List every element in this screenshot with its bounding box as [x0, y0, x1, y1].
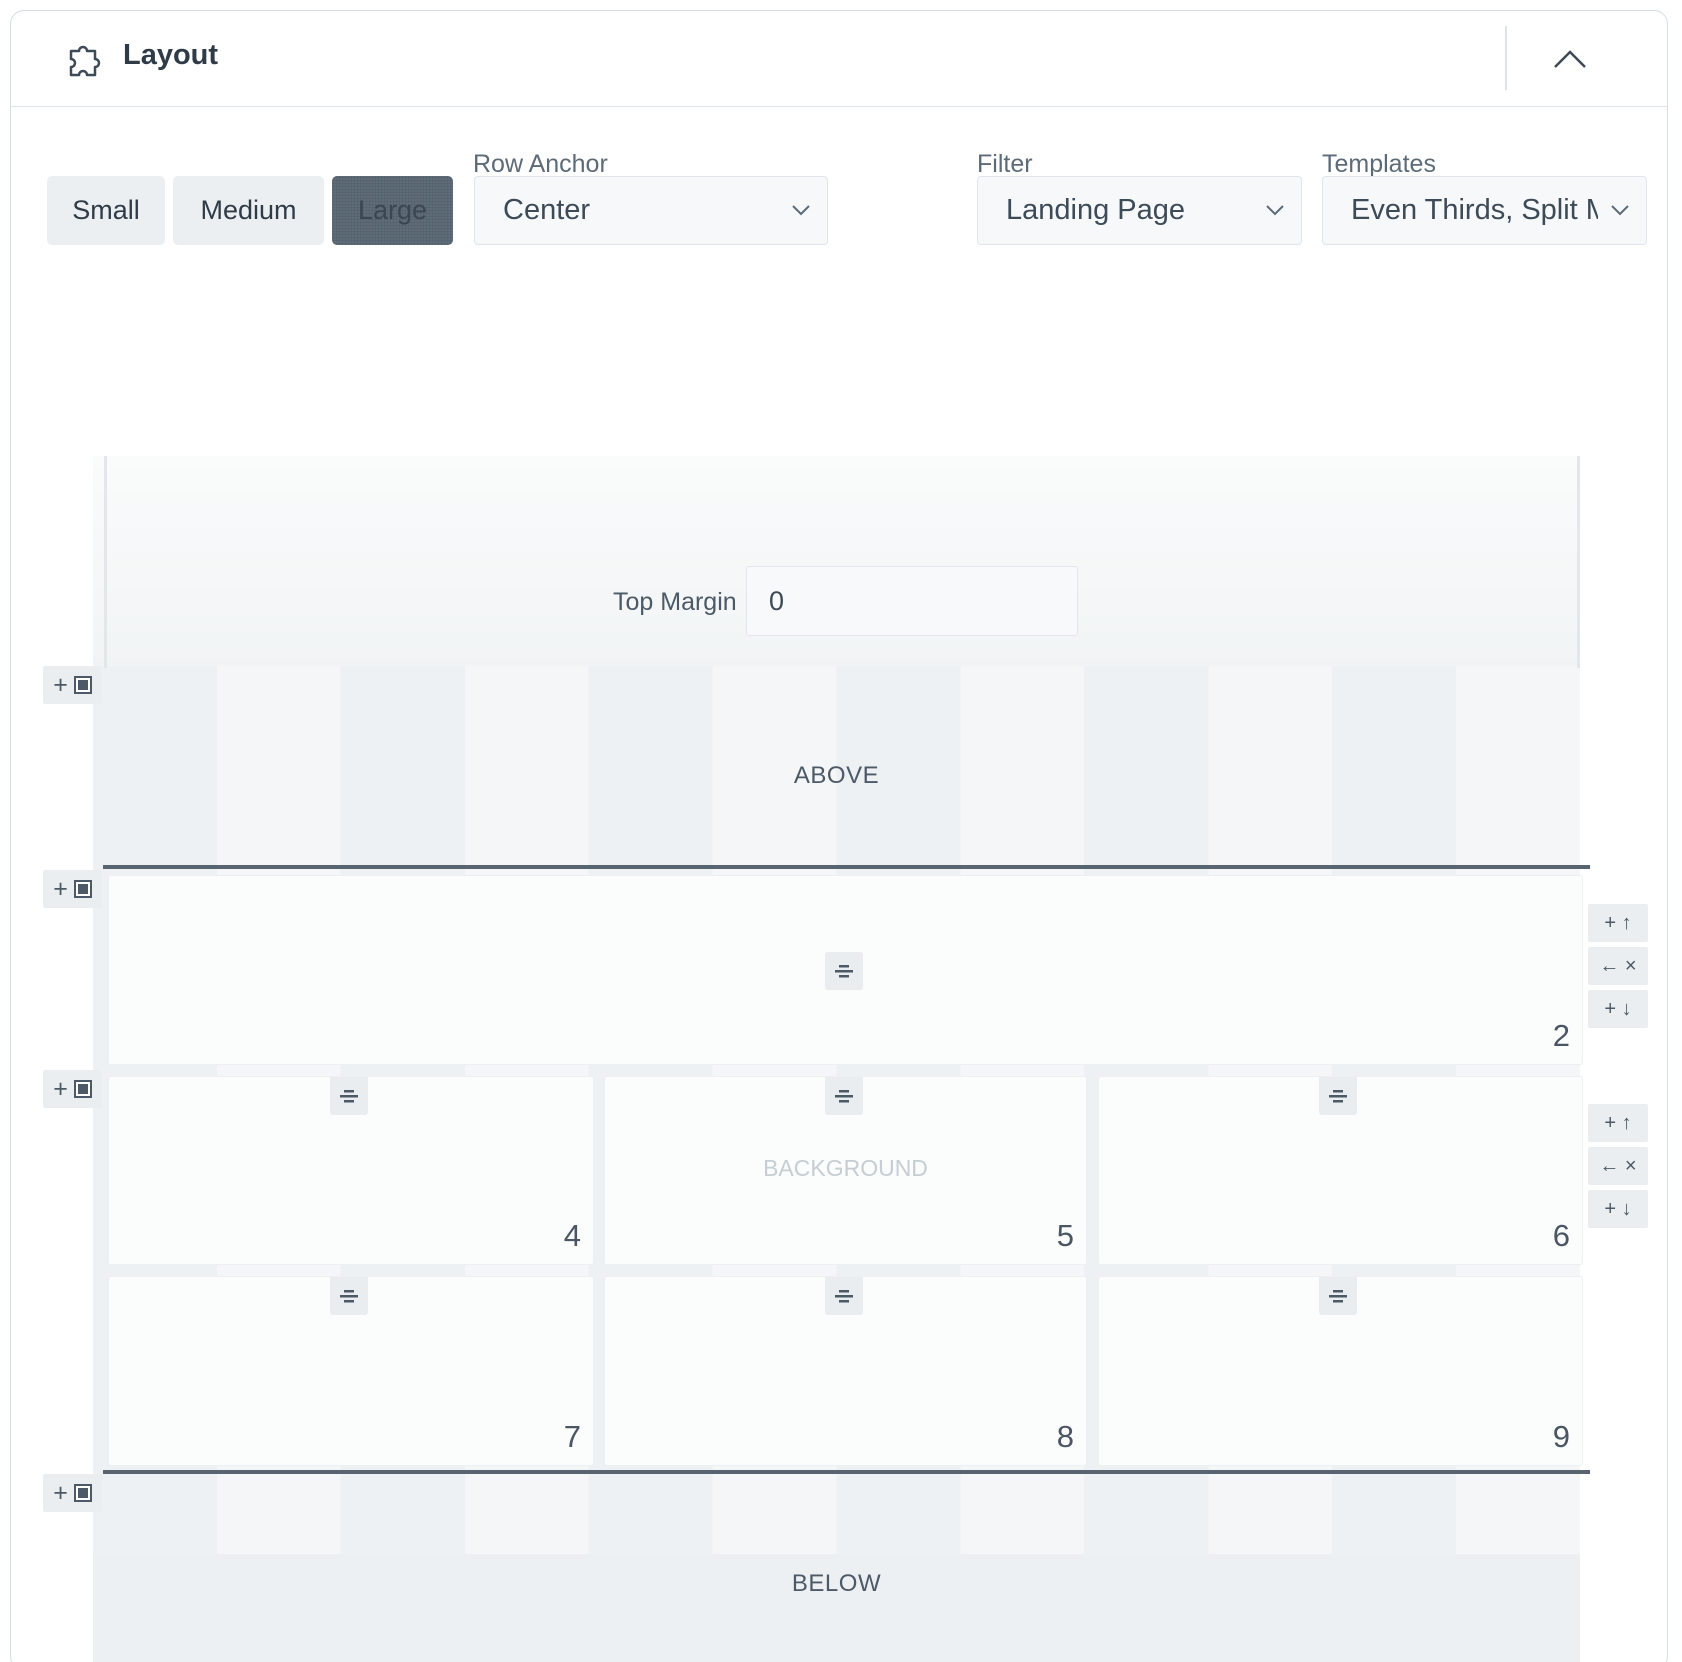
- plus-icon: +: [53, 670, 68, 699]
- row-bottom-border: [103, 1470, 1590, 1474]
- align-center-icon: [340, 1290, 358, 1303]
- insert-row-below-button[interactable]: + ↓: [1588, 990, 1648, 1028]
- grid-cell[interactable]: 8: [605, 1277, 1086, 1465]
- row-anchor-value: Center: [503, 194, 591, 226]
- cell-number: 4: [563, 1218, 581, 1253]
- templates-select[interactable]: Even Thirds, Split M: [1322, 176, 1647, 245]
- align-center-icon: [835, 1090, 853, 1103]
- delete-row-button[interactable]: ← ×: [1588, 947, 1648, 985]
- delete-row-button[interactable]: ← ×: [1588, 1147, 1648, 1185]
- cell-number: 2: [1552, 1018, 1570, 1053]
- align-center-icon: [835, 1290, 853, 1303]
- left-edge-line: [104, 456, 107, 668]
- cell-number: 5: [1056, 1218, 1074, 1253]
- row-anchor-select[interactable]: Center: [474, 176, 828, 245]
- align-center-icon: [340, 1090, 358, 1103]
- cell-settings-button[interactable]: [825, 1077, 863, 1115]
- filter-value: Landing Page: [1006, 194, 1185, 226]
- background-label: BACKGROUND: [763, 1155, 928, 1181]
- add-row-button[interactable]: +: [43, 1070, 102, 1108]
- row-block-icon: [73, 1484, 92, 1502]
- grid-cell[interactable]: 7: [109, 1277, 593, 1465]
- cell-number: 7: [563, 1419, 581, 1454]
- size-small-label: Small: [72, 195, 140, 225]
- top-margin-input[interactable]: 0: [746, 566, 1078, 636]
- cell-settings-button[interactable]: [825, 1277, 863, 1315]
- row-block-icon: [73, 1080, 92, 1098]
- insert-above-icon: + ↑: [1604, 1111, 1632, 1134]
- chevron-down-icon: [792, 205, 810, 216]
- templates-value: Even Thirds, Split M: [1351, 194, 1598, 226]
- grid-cell[interactable]: 9: [1099, 1277, 1582, 1465]
- row-anchor-label: Row Anchor: [473, 150, 608, 178]
- top-margin-label: Top Margin: [613, 588, 737, 616]
- puzzle-icon: [69, 45, 101, 77]
- cell-number: 6: [1552, 1218, 1570, 1253]
- insert-row-below-button[interactable]: + ↓: [1588, 1190, 1648, 1228]
- add-row-button[interactable]: +: [43, 870, 102, 908]
- top-margin-value: 0: [769, 585, 785, 616]
- cell-settings-button[interactable]: [330, 1077, 368, 1115]
- plus-icon: +: [53, 874, 68, 903]
- delete-icon: ← ×: [1599, 954, 1637, 977]
- cell-number: 8: [1056, 1419, 1074, 1454]
- cell-settings-button[interactable]: [825, 952, 863, 990]
- panel-title: Layout: [123, 39, 219, 71]
- grid-cell[interactable]: 6: [1099, 1077, 1582, 1264]
- size-small-button[interactable]: Small: [47, 176, 165, 245]
- cell-settings-button[interactable]: [330, 1277, 368, 1315]
- header-divider: [1505, 26, 1507, 90]
- grid-cell[interactable]: 2: [109, 876, 1582, 1064]
- insert-above-icon: + ↑: [1604, 911, 1632, 934]
- align-center-icon: [1329, 1290, 1347, 1303]
- align-center-icon: [1329, 1090, 1347, 1103]
- cell-settings-button[interactable]: [1319, 1077, 1357, 1115]
- size-medium-label: Medium: [200, 195, 297, 225]
- below-band-label: BELOW: [791, 1570, 882, 1597]
- grid-cell[interactable]: BACKGROUND 5: [605, 1077, 1086, 1264]
- insert-below-icon: + ↓: [1604, 1197, 1632, 1220]
- plus-icon: +: [53, 1074, 68, 1103]
- size-medium-button[interactable]: Medium: [173, 176, 324, 245]
- align-center-icon: [835, 965, 853, 978]
- chevron-down-icon: [1611, 205, 1629, 216]
- delete-icon: ← ×: [1599, 1154, 1637, 1177]
- row-block-icon: [73, 880, 92, 898]
- templates-label: Templates: [1322, 150, 1436, 178]
- size-large-button[interactable]: Large: [332, 176, 453, 245]
- insert-row-above-button[interactable]: + ↑: [1588, 1104, 1648, 1142]
- add-row-button[interactable]: +: [43, 1474, 102, 1512]
- filter-select[interactable]: Landing Page: [977, 176, 1302, 245]
- grid-cell[interactable]: 4: [109, 1077, 593, 1264]
- row-top-border: [103, 865, 1590, 869]
- chevron-up-icon[interactable]: [1545, 37, 1595, 79]
- above-band-label: ABOVE: [793, 762, 880, 789]
- filter-label: Filter: [977, 150, 1033, 178]
- cell-number: 9: [1552, 1419, 1570, 1454]
- right-edge-line: [1577, 456, 1580, 668]
- add-row-button[interactable]: +: [43, 666, 102, 704]
- insert-row-above-button[interactable]: + ↑: [1588, 904, 1648, 942]
- cell-settings-button[interactable]: [1319, 1277, 1357, 1315]
- plus-icon: +: [53, 1478, 68, 1507]
- panel-header: Layout: [11, 11, 1667, 107]
- insert-below-icon: + ↓: [1604, 997, 1632, 1020]
- row-block-icon: [73, 676, 92, 694]
- size-large-label: Large: [357, 195, 428, 225]
- chevron-down-icon: [1266, 205, 1284, 216]
